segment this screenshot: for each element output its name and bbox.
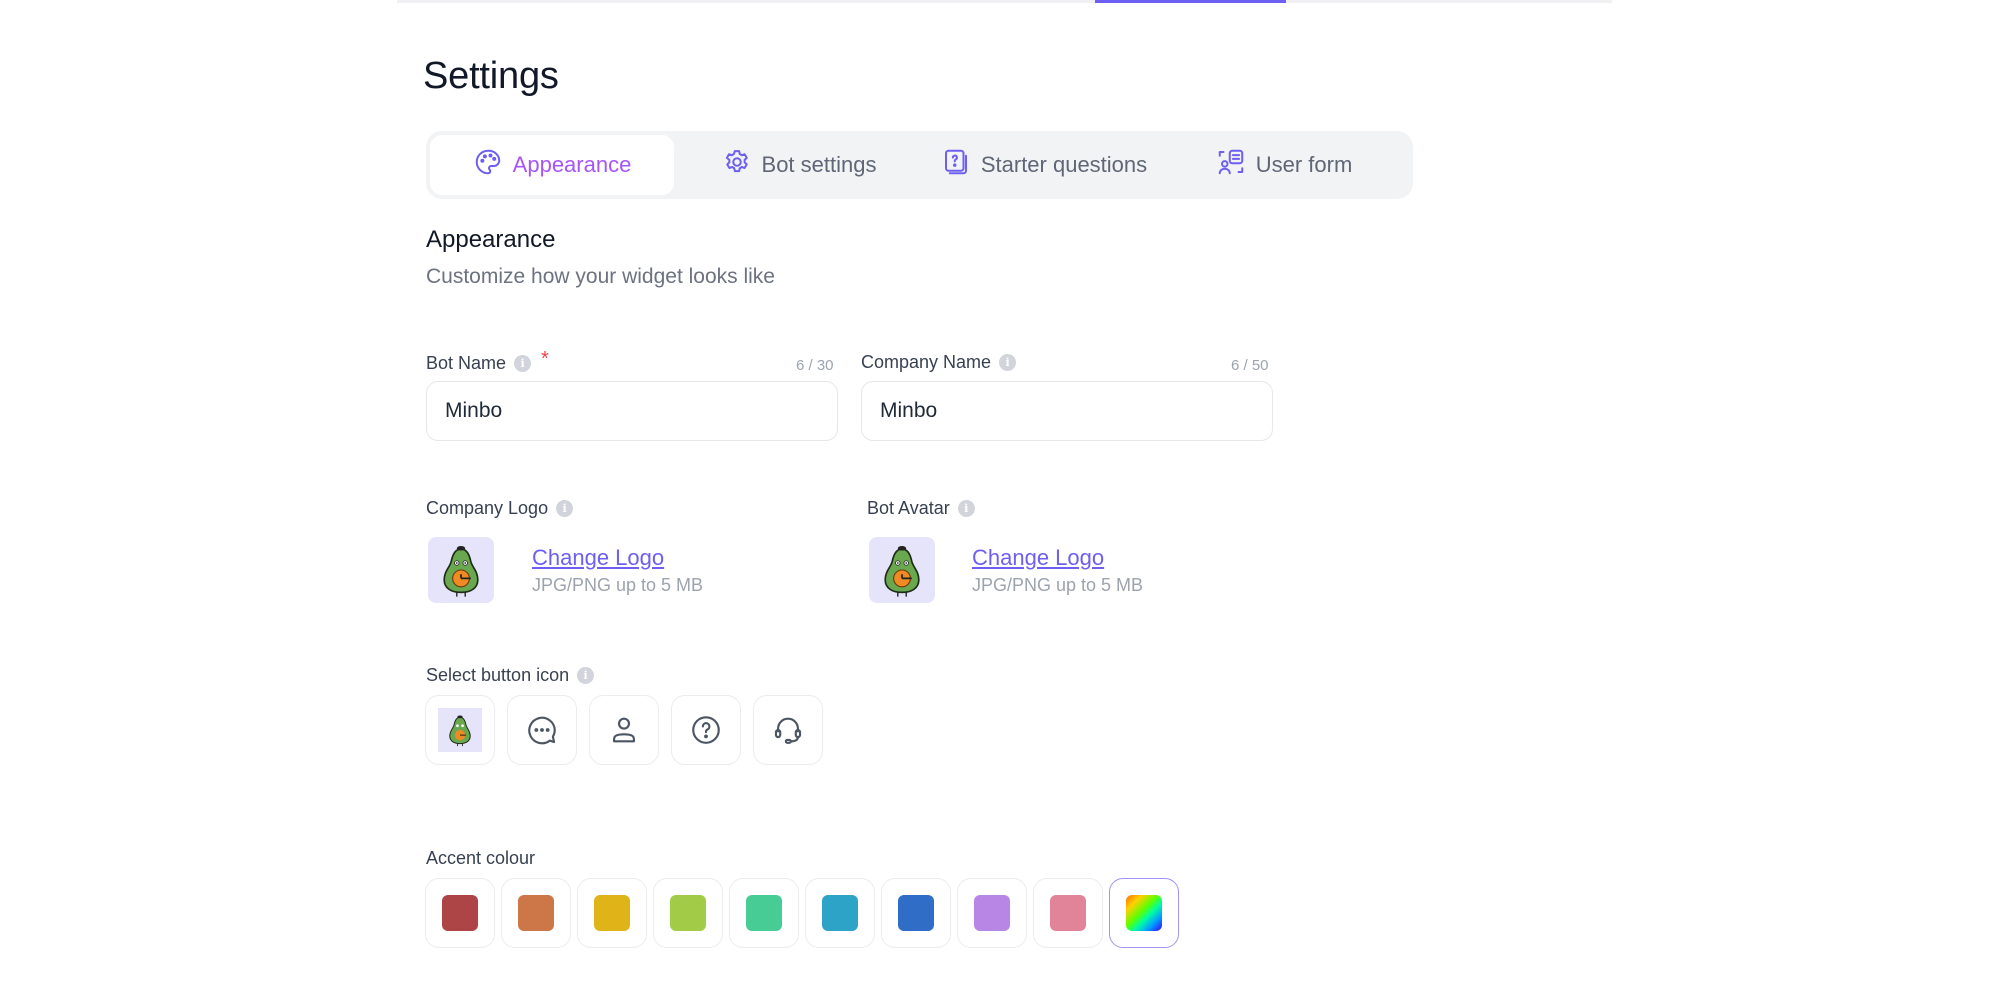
info-icon[interactable]: i — [577, 667, 595, 684]
tab-user-form[interactable]: User form — [1164, 135, 1404, 195]
accent-colour-options — [425, 878, 1179, 948]
colour-swatch — [518, 895, 554, 931]
colour-swatch — [442, 895, 478, 931]
button-icon-option-user[interactable] — [589, 695, 659, 765]
colour-swatch — [1050, 895, 1086, 931]
label-text: Company Name — [861, 352, 992, 372]
accent-swatch-option[interactable] — [957, 878, 1027, 948]
section-subtitle: Customize how your widget looks like — [426, 265, 775, 288]
bot-avatar-label: Bot Avatar i — [867, 498, 975, 519]
info-icon[interactable]: i — [957, 500, 975, 517]
button-icon-label: Select button icon i — [426, 665, 595, 686]
colour-swatch — [974, 895, 1010, 931]
avocado-mascot-icon — [443, 546, 479, 597]
label-text: Bot Name — [426, 353, 507, 373]
tab-label: Bot settings — [761, 152, 877, 177]
accent-swatch-option[interactable] — [729, 878, 799, 948]
chat-bubble-icon — [528, 716, 556, 745]
top-divider — [397, 0, 1612, 3]
colour-swatch — [822, 895, 858, 931]
avocado-mascot-icon — [449, 715, 471, 747]
accent-swatch-option[interactable] — [805, 878, 875, 948]
question-cards-icon — [941, 147, 971, 183]
accent-swatch-option[interactable] — [653, 878, 723, 948]
settings-tabs: Appearance Bot settings Starter question… — [426, 131, 1413, 199]
required-mark: * — [541, 348, 549, 370]
palette-icon — [473, 147, 503, 183]
info-icon[interactable]: i — [999, 354, 1017, 371]
user-icon — [613, 717, 635, 743]
accent-swatch-option[interactable] — [501, 878, 571, 948]
button-icon-option-help[interactable] — [671, 695, 741, 765]
company-name-input[interactable] — [861, 381, 1273, 441]
accent-swatch-option[interactable] — [1109, 878, 1179, 948]
info-icon[interactable]: i — [556, 500, 574, 517]
headset-icon — [774, 717, 802, 744]
bot-avatar-image[interactable] — [869, 537, 935, 603]
bot-name-counter: 6 / 30 — [796, 357, 834, 374]
label-text: Bot Avatar — [867, 498, 950, 518]
accent-swatch-option[interactable] — [1033, 878, 1103, 948]
change-company-logo-link[interactable]: Change Logo — [532, 545, 664, 571]
help-circle-icon — [692, 716, 720, 744]
page-title: Settings — [423, 55, 559, 97]
change-bot-avatar-link[interactable]: Change Logo — [972, 545, 1104, 571]
accent-swatch-option[interactable] — [577, 878, 647, 948]
colour-swatch — [746, 895, 782, 931]
company-name-label: Company Name i — [861, 352, 1017, 373]
company-logo-hint: JPG/PNG up to 5 MB — [532, 575, 704, 595]
colour-swatch — [670, 895, 706, 931]
button-icon-option-chat[interactable] — [507, 695, 577, 765]
company-name-counter: 6 / 50 — [1231, 357, 1269, 374]
accent-colour-label: Accent colour — [426, 848, 535, 869]
tab-starter-questions[interactable]: Starter questions — [924, 135, 1164, 195]
accent-swatch-option[interactable] — [425, 878, 495, 948]
top-active-indicator — [1095, 0, 1286, 3]
label-text: Select button icon — [426, 665, 570, 685]
avocado-mascot-icon — [884, 546, 920, 597]
info-icon[interactable]: i — [514, 355, 532, 372]
bot-avatar-hint: JPG/PNG up to 5 MB — [972, 575, 1144, 595]
bot-name-label: Bot Name i * — [426, 348, 549, 375]
tab-label: Starter questions — [980, 152, 1148, 177]
bot-name-input[interactable] — [426, 381, 838, 441]
colour-swatch — [594, 895, 630, 931]
label-text: Accent colour — [426, 848, 536, 868]
button-icon-option-avatar[interactable] — [425, 695, 495, 765]
accent-swatch-option[interactable] — [881, 878, 951, 948]
tab-appearance[interactable]: Appearance — [430, 135, 674, 195]
custom-colour-swatch — [1126, 895, 1162, 931]
button-icon-options — [425, 695, 823, 765]
tab-label: Appearance — [512, 152, 632, 177]
company-logo-image[interactable] — [428, 537, 494, 603]
company-logo-label: Company Logo i — [426, 498, 574, 519]
gear-icon — [722, 147, 752, 183]
button-icon-option-headset[interactable] — [753, 695, 823, 765]
user-form-icon — [1216, 147, 1246, 183]
tab-bot-settings[interactable]: Bot settings — [674, 135, 924, 195]
tab-label: User form — [1255, 152, 1353, 177]
section-title: Appearance — [426, 226, 556, 253]
colour-swatch — [898, 895, 934, 931]
avatar — [438, 708, 482, 752]
label-text: Company Logo — [426, 498, 549, 518]
